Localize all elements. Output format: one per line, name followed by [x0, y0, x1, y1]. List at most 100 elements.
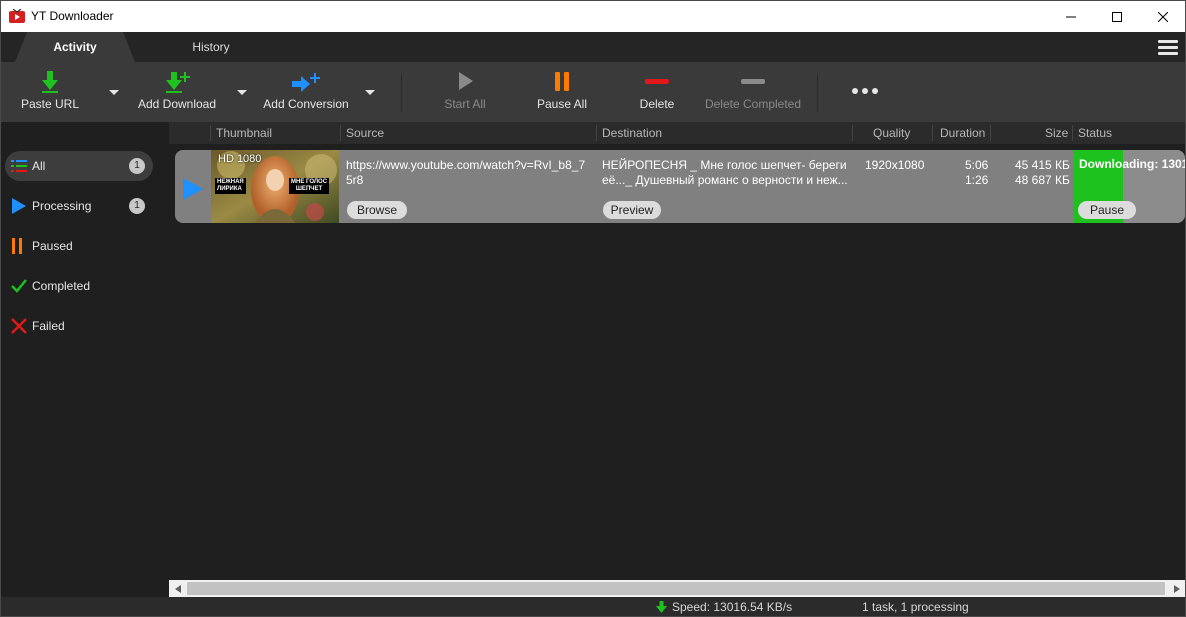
column-separator [210, 125, 211, 141]
window-title: YT Downloader [31, 9, 114, 23]
add-conversion-icon [292, 73, 320, 92]
maximize-icon [1112, 11, 1122, 22]
add-download-dropdown-icon[interactable] [236, 87, 248, 97]
cross-icon [11, 318, 27, 334]
sidebar-item-all[interactable]: All 1 [5, 151, 153, 181]
list-icon [11, 160, 27, 172]
minus-icon [645, 79, 669, 84]
task-row[interactable]: HD 1080 НЕЖНАЯ ЛИРИКА МНЕ ГОЛОС ШЕПЧЕТ h… [175, 150, 1185, 223]
start-all-button[interactable]: Start All [431, 62, 499, 122]
count-badge: 1 [129, 198, 145, 214]
destination-title-cont: её..._ Душевный романс о верности и неж.… [602, 173, 848, 187]
column-separator [852, 125, 853, 141]
count-badge: 1 [129, 158, 145, 174]
pause-icon [12, 238, 22, 254]
tab-history[interactable]: History [151, 32, 271, 62]
download-arrow-icon [42, 71, 58, 93]
sidebar-item-failed[interactable]: Failed [5, 311, 153, 341]
app-window: YT Downloader Activity History Paste URL… [0, 0, 1186, 617]
tab-activity[interactable]: Activity [15, 32, 135, 62]
download-arrow-icon [656, 601, 667, 613]
column-separator [596, 125, 597, 141]
more-options-icon[interactable] [851, 87, 881, 95]
add-download-icon [166, 72, 190, 93]
task-summary: 1 task, 1 processing [862, 600, 969, 614]
delete-button[interactable]: Delete [623, 62, 691, 122]
pause-button[interactable]: Pause [1078, 201, 1136, 219]
delete-completed-button[interactable]: Delete Completed [701, 62, 805, 122]
app-logo-icon [9, 9, 25, 23]
scrollbar-thumb[interactable] [187, 582, 1165, 595]
sidebar-item-label: All [32, 159, 46, 173]
column-source[interactable]: Source [346, 122, 384, 144]
column-status[interactable]: Status [1078, 122, 1112, 144]
size-value: 45 415 КБ [1015, 158, 1070, 172]
hamburger-icon-bar [1158, 46, 1178, 49]
paste-url-dropdown-icon[interactable] [108, 87, 120, 97]
minus-icon [741, 79, 765, 84]
browse-button[interactable]: Browse [347, 201, 407, 219]
thumbnail-caption: НЕЖНАЯ ЛИРИКА [215, 178, 246, 194]
hamburger-icon-bar [1158, 40, 1178, 43]
column-duration[interactable]: Duration [940, 122, 985, 144]
pause-all-label: Pause All [536, 97, 588, 111]
chevron-right-icon [1173, 584, 1180, 593]
minimize-button[interactable] [1048, 1, 1094, 32]
close-button[interactable] [1140, 1, 1185, 32]
column-thumbnail[interactable]: Thumbnail [216, 122, 272, 144]
hamburger-icon-bar [1158, 52, 1178, 55]
preview-button[interactable]: Preview [603, 201, 661, 219]
minimize-icon [1066, 16, 1076, 17]
sidebar-item-label: Processing [32, 199, 92, 213]
thumbnail-image[interactable]: HD 1080 НЕЖНАЯ ЛИРИКА МНЕ ГОЛОС ШЕПЧЕТ [211, 150, 339, 223]
pause-icon [555, 72, 569, 91]
chevron-left-icon [174, 584, 181, 593]
menu-button[interactable] [1158, 40, 1178, 56]
quality-value: 1920x1080 [865, 158, 925, 172]
column-destination[interactable]: Destination [602, 122, 662, 144]
column-size[interactable]: Size [1045, 122, 1068, 144]
duration-value: 5:06 [965, 158, 989, 172]
status-text: Downloading: 13016 [1079, 157, 1185, 171]
pause-all-button[interactable]: Pause All [528, 62, 596, 122]
speed-readout: Speed: 13016.54 KB/s [672, 600, 793, 614]
source-url: https://www.youtube.com/watch?v=RvI_b8_7 [346, 158, 586, 172]
sidebar-item-completed[interactable]: Completed [5, 271, 153, 301]
status-cell: Downloading: 13016 Pause [1073, 150, 1185, 223]
column-separator [1072, 125, 1073, 141]
scroll-right-button[interactable] [1168, 580, 1185, 597]
sidebar-item-paused[interactable]: Paused [5, 231, 153, 261]
column-separator [340, 125, 341, 141]
add-conversion-button[interactable]: Add Conversion [257, 62, 355, 122]
horizontal-scrollbar[interactable] [169, 580, 1185, 597]
maximize-button[interactable] [1094, 1, 1140, 32]
duration-value: 1:26 [965, 173, 989, 187]
thumbnail-caption: МНЕ ГОЛОС ШЕПЧЕТ [289, 178, 330, 194]
sidebar-item-label: Paused [32, 239, 73, 253]
play-icon [12, 198, 26, 214]
play-icon [459, 72, 473, 90]
size-value: 48 687 КБ [1015, 173, 1070, 187]
task-list: HD 1080 НЕЖНАЯ ЛИРИКА МНЕ ГОЛОС ШЕПЧЕТ h… [169, 144, 1185, 580]
paste-url-label: Paste URL [20, 97, 80, 111]
sidebar: All 1 Processing 1 Paused Completed Fail… [1, 122, 169, 597]
play-icon [183, 178, 203, 200]
add-conversion-dropdown-icon[interactable] [364, 87, 376, 97]
sidebar-item-processing[interactable]: Processing 1 [5, 191, 153, 221]
sidebar-item-label: Completed [32, 279, 91, 293]
destination-title: НЕЙРОПЕСНЯ _ Мне голос шепчет- береги [602, 158, 847, 172]
column-quality[interactable]: Quality [873, 122, 910, 144]
tab-bar: Activity History [1, 32, 1185, 62]
title-bar: YT Downloader [1, 1, 1185, 32]
column-separator [932, 125, 933, 141]
check-icon [11, 279, 27, 293]
delete-label: Delete [639, 97, 675, 111]
paste-url-button[interactable]: Paste URL [11, 62, 89, 122]
add-download-button[interactable]: Add Download [133, 62, 221, 122]
add-conversion-label: Add Conversion [263, 97, 349, 111]
scroll-left-button[interactable] [169, 580, 186, 597]
status-bar: Speed: 13016.54 KB/s 1 task, 1 processin… [1, 597, 1185, 616]
add-download-label: Add Download [137, 97, 217, 111]
toolbar-separator [401, 74, 402, 112]
start-all-label: Start All [444, 97, 486, 111]
